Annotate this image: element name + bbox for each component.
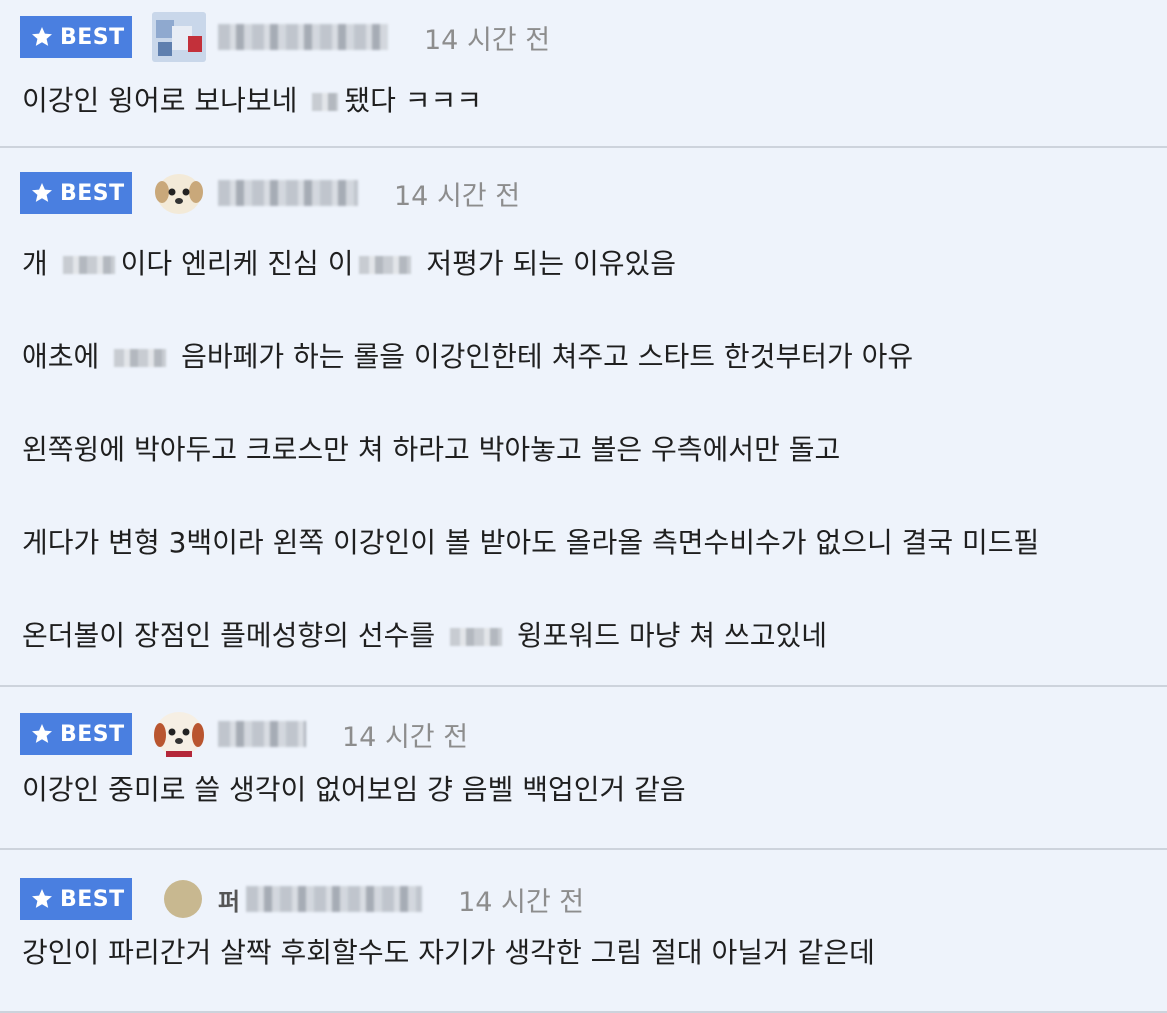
best-badge: BEST [20, 713, 132, 755]
comment-item: BEST 14 시간 전 개 이다 엔리케 진심 이 저평가 되는 이유있음 애… [0, 148, 1167, 687]
star-icon [32, 27, 52, 46]
avatar[interactable] [152, 709, 206, 759]
comment-line: 애초에 음바페가 하는 롤을 이강인한테 쳐주고 스타트 한것부터가 아유 [22, 340, 914, 373]
star-icon [32, 724, 52, 743]
redacted-text [359, 256, 412, 274]
comment-body: 이강인 윙어로 보나보네 됐다 ㅋㅋㅋ [22, 80, 1167, 122]
best-badge-label: BEST [60, 180, 125, 206]
comment-line: 왼쪽윙에 박아두고 크로스만 쳐 하라고 박아놓고 볼은 우측에서만 돌고 [22, 433, 841, 466]
comment-line: 강인이 파리간거 살짝 후회할수도 자기가 생각한 그림 절대 아닐거 같은데 [22, 936, 875, 969]
comment-body: 이강인 중미로 쓸 생각이 없어보임 걍 음벨 백업인거 같음 [22, 769, 1167, 811]
username[interactable]: 퍼 [218, 882, 423, 917]
comment-list: BEST 14 시간 전 이강인 윙어로 보나보네 됐다 ㅋㅋㅋ BEST 14… [0, 0, 1167, 1013]
username[interactable] [212, 24, 388, 50]
comment-item: BEST 퍼 14 시간 전 강인이 파리간거 살짝 후회할수도 자기가 생각한… [0, 850, 1167, 1013]
star-icon [32, 183, 52, 202]
comment-time: 14 시간 전 [394, 180, 521, 212]
best-badge: BEST [20, 16, 132, 58]
blurred-username [246, 886, 423, 912]
comment-time: 14 시간 전 [424, 24, 551, 56]
blurred-username [218, 721, 306, 747]
blurred-username [218, 24, 388, 50]
best-badge: BEST [20, 172, 132, 214]
comment-time: 14 시간 전 [458, 886, 585, 918]
comment-item: BEST 14 시간 전 이강인 중미로 쓸 생각이 없어보임 걍 음벨 백업인… [0, 687, 1167, 850]
comment-line: 이강인 윙어로 보나보네 됐다 ㅋㅋㅋ [22, 84, 483, 117]
avatar[interactable] [164, 880, 202, 918]
comment-header: BEST 14 시간 전 [20, 170, 520, 216]
comment-time: 14 시간 전 [342, 721, 469, 753]
comment-item: BEST 14 시간 전 이강인 윙어로 보나보네 됐다 ㅋㅋㅋ [0, 0, 1167, 148]
avatar[interactable] [152, 12, 206, 62]
avatar[interactable] [152, 168, 206, 218]
comment-line: 개 이다 엔리케 진심 이 저평가 되는 이유있음 [22, 247, 677, 280]
blurred-username [218, 180, 358, 206]
username[interactable] [212, 180, 358, 206]
best-badge-label: BEST [60, 886, 125, 912]
comment-header: BEST 퍼 14 시간 전 [20, 876, 584, 922]
username-text: 퍼 [218, 887, 241, 916]
avatar-image [155, 174, 203, 214]
best-badge-label: BEST [60, 24, 125, 50]
username[interactable] [212, 721, 306, 747]
comment-body: 개 이다 엔리케 진심 이 저평가 되는 이유있음 애초에 음바페가 하는 롤을… [22, 243, 1167, 685]
comment-header: BEST 14 시간 전 [20, 12, 551, 62]
redacted-text [62, 256, 115, 274]
comment-header: BEST 14 시간 전 [20, 711, 468, 757]
comment-body: 강인이 파리간거 살짝 후회할수도 자기가 생각한 그림 절대 아닐거 같은데 [22, 932, 1167, 974]
best-badge-label: BEST [60, 721, 125, 747]
comment-line: 온더볼이 장점인 플메성향의 선수를 윙포워드 마냥 쳐 쓰고있네 [22, 619, 827, 652]
avatar-image [152, 12, 206, 62]
redacted-text [114, 349, 167, 367]
star-icon [32, 889, 52, 908]
redacted-text [450, 628, 503, 646]
redacted-text [312, 93, 339, 111]
comment-line: 이강인 중미로 쓸 생각이 없어보임 걍 음벨 백업인거 같음 [22, 773, 686, 806]
avatar-image [154, 712, 204, 757]
best-badge: BEST [20, 878, 132, 920]
comment-line: 게다가 변형 3백이라 왼쪽 이강인이 볼 받아도 올라올 측면수비수가 없으니… [22, 526, 1040, 559]
